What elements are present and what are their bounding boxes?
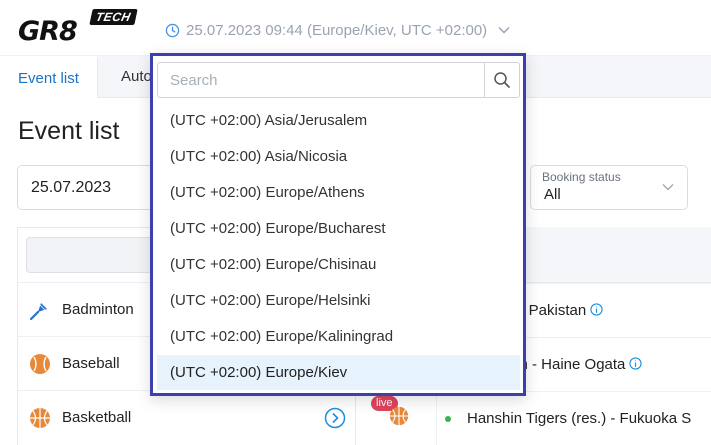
event-name: Hanshin Tigers (res.) - Fukuoka S bbox=[467, 410, 692, 427]
sport-item-basketball[interactable]: Basketball bbox=[18, 390, 355, 444]
arrow-right-circle-icon[interactable] bbox=[324, 407, 346, 429]
timezone-option[interactable]: (UTC +02:00) Europe/Athens bbox=[157, 175, 520, 210]
badminton-icon bbox=[29, 302, 48, 320]
baseball-icon bbox=[30, 353, 50, 374]
search-icon bbox=[494, 72, 510, 88]
basketball-icon bbox=[389, 406, 409, 426]
page-title: Event list bbox=[18, 117, 120, 145]
timezone-option-selected[interactable]: (UTC +02:00) Europe/Kiev bbox=[157, 355, 520, 390]
logo-text: GR8 bbox=[18, 16, 78, 47]
logo-badge: TECH bbox=[89, 9, 138, 25]
timezone-option[interactable]: (UTC +02:00) Europe/Chisinau bbox=[157, 247, 520, 282]
event-name: am - Haine Ogata bbox=[507, 356, 643, 373]
sport-name: Badminton bbox=[62, 301, 134, 318]
sport-name: Basketball bbox=[62, 409, 132, 426]
chevron-down-icon bbox=[662, 184, 674, 191]
timezone-option[interactable]: (UTC +02:00) Asia/Nicosia bbox=[157, 139, 520, 174]
basketball-icon bbox=[30, 407, 50, 428]
live-indicator-dot bbox=[445, 415, 451, 422]
timezone-option[interactable]: (UTC +02:00) Europe/Helsinki bbox=[157, 283, 520, 318]
booking-status-label: Booking status bbox=[542, 170, 621, 184]
search-button[interactable] bbox=[484, 63, 519, 97]
info-icon[interactable] bbox=[629, 357, 643, 370]
clock-icon bbox=[165, 23, 180, 37]
tab-event-list[interactable]: Event list bbox=[0, 56, 98, 98]
timezone-search bbox=[157, 62, 520, 98]
booking-status-select[interactable]: Booking status All bbox=[530, 165, 688, 210]
sport-name: Baseball bbox=[62, 355, 120, 372]
info-icon[interactable] bbox=[590, 303, 603, 316]
timezone-display-text: 25.07.2023 09:44 (Europe/Kiev, UTC +02:0… bbox=[186, 21, 488, 39]
timezone-selector[interactable]: 25.07.2023 09:44 (Europe/Kiev, UTC +02:0… bbox=[165, 19, 511, 41]
timezone-option[interactable]: (UTC +02:00) Europe/Bucharest bbox=[157, 211, 520, 246]
timezone-search-input[interactable] bbox=[158, 63, 484, 97]
booking-status-value: All bbox=[544, 186, 561, 203]
chevron-down-icon bbox=[498, 27, 510, 34]
date-filter-field[interactable]: 25.07.2023 bbox=[17, 165, 167, 210]
event-row[interactable]: Hanshin Tigers (res.) - Fukuoka S bbox=[437, 391, 711, 445]
timezone-dropdown: (UTC +02:00) Asia/Jerusalem (UTC +02:00)… bbox=[150, 53, 526, 396]
top-bar: GR8 TECH 25.07.2023 09:44 (Europe/Kiev, … bbox=[0, 0, 711, 56]
timezone-option[interactable]: (UTC +02:00) Asia/Jerusalem bbox=[157, 103, 520, 138]
gr8-logo[interactable]: GR8 TECH bbox=[18, 9, 140, 48]
timezone-option[interactable]: (UTC +02:00) Europe/Kaliningrad bbox=[157, 319, 520, 354]
